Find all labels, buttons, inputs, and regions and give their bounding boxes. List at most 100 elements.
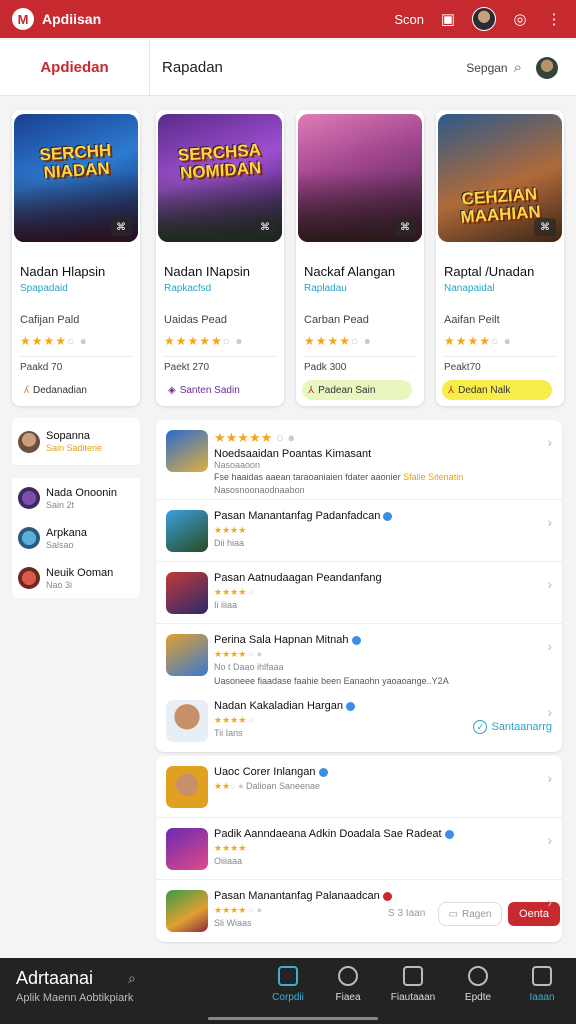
card-meta: Carban Pead bbox=[304, 314, 369, 326]
card-subtitle: Spapadaid bbox=[20, 283, 68, 294]
verified-icon bbox=[444, 829, 454, 839]
list-item[interactable]: Sopanna Sain Saditerie bbox=[12, 418, 140, 466]
list-item[interactable]: Nada Onoonin Sain 2t bbox=[12, 478, 140, 518]
list-item[interactable]: ★★★★★ ○ ● Noedsaaidan Poantas Kimasant N… bbox=[156, 420, 562, 500]
search-label: Sepgan bbox=[466, 60, 508, 75]
game-thumbnail bbox=[166, 828, 208, 870]
item-title: Padik Aanndaeana Adkin Doadala Sae Radea… bbox=[214, 828, 454, 840]
nav-tab[interactable]: Fiaea bbox=[320, 966, 376, 1003]
user-label[interactable]: Scon bbox=[394, 12, 424, 27]
profile-icon bbox=[532, 966, 552, 986]
list-item[interactable]: Perina Sala Hapnan Mitnah ★★★★ ○ ● No t … bbox=[156, 624, 562, 690]
chevron-right-icon[interactable]: › bbox=[547, 576, 552, 592]
search-icon[interactable]: ⌕ bbox=[128, 970, 136, 987]
card-subtitle: Rapladau bbox=[304, 283, 347, 294]
game-list: ★★★★★ ○ ● Noedsaaidan Poantas Kimasant N… bbox=[156, 420, 562, 752]
star-icon bbox=[338, 966, 358, 986]
chevron-right-icon[interactable]: › bbox=[547, 514, 552, 530]
app-title: Apdiisan bbox=[42, 11, 102, 27]
brand-label[interactable]: Apdiedan bbox=[0, 39, 150, 96]
card-meta: Uaidas Pead bbox=[164, 314, 227, 326]
avatar[interactable] bbox=[472, 7, 496, 31]
search-box[interactable]: Sepgan ⌕ bbox=[466, 59, 522, 76]
bottom-bar: Adrtaanai Aplik Maenn Aobtikpiark ⌕ Corp… bbox=[0, 958, 576, 1024]
search-icon[interactable]: ⌕ bbox=[514, 59, 522, 76]
game-thumbnail bbox=[166, 890, 208, 932]
more-menu-icon[interactable]: ⋮ bbox=[544, 9, 564, 29]
user-status: Sain 2t bbox=[46, 499, 75, 510]
nav-tab[interactable]: Corpdii bbox=[260, 966, 316, 1003]
rating-stars: ★★★★ bbox=[214, 525, 247, 535]
featured-card[interactable]: ⌘ Nackaf Alangan Rapladau Carban Pead ★★… bbox=[296, 110, 424, 406]
user-status: Salsao bbox=[46, 539, 74, 550]
camera-icon[interactable]: ▣ bbox=[438, 9, 458, 29]
side-user-list: Sopanna Sain Saditerie Nada Onoonin Sain 2… bbox=[12, 418, 140, 598]
page-title: Rapadan bbox=[162, 59, 223, 76]
rating-stars: ★★★★○ ● bbox=[444, 334, 512, 348]
featured-card[interactable]: SERCHH NIADAN ⌘ Nadan Hlapsin Spapadaid … bbox=[12, 110, 140, 406]
card-subtitle: Nanapaidal bbox=[444, 283, 495, 294]
item-title: Pasan Manantanfag Palanaadcan bbox=[214, 890, 392, 902]
chevron-right-icon[interactable]: › bbox=[547, 704, 552, 720]
rating-stars: ★★○ ● bbox=[214, 781, 244, 791]
list-item[interactable]: Nadan Kakaladian Hargan ★★★★ ○ Tii Ians … bbox=[156, 690, 562, 752]
chevron-right-icon[interactable]: › bbox=[547, 770, 552, 786]
nav-tab[interactable]: Fiautaaan bbox=[385, 966, 441, 1003]
card-price: Peakt70 bbox=[444, 362, 481, 373]
avatar bbox=[18, 487, 40, 509]
item-description: Fse haaidas aaean taraoaniaien fdater aa… bbox=[214, 472, 464, 482]
list-item[interactable]: Uaoc Corer Inlangan ★★○ ● Dalioan Saneen… bbox=[156, 756, 562, 818]
game-thumbnail bbox=[166, 700, 208, 742]
item-title: Perina Sala Hapnan Mitnah bbox=[214, 634, 361, 646]
primary-button[interactable]: Oenta bbox=[508, 902, 560, 926]
item-meta: No t Daao ihlfaaa bbox=[214, 662, 284, 672]
rating-stars: ★★★★★ ○ ● bbox=[214, 430, 296, 445]
chevron-right-icon[interactable]: › bbox=[547, 434, 552, 450]
list-item[interactable]: Arpkana Salsao bbox=[12, 518, 140, 558]
game-thumbnail bbox=[166, 634, 208, 676]
user-name: Arpkana bbox=[46, 526, 87, 539]
account-sub: Aplik Maenn Aobtikpiark bbox=[16, 992, 134, 1004]
featured-card[interactable]: CEHZIAN MAAHIAN ⌘ Raptal /Unadan Nanapai… bbox=[436, 110, 564, 406]
card-tag[interactable]: ⅄ Dedan Nalk bbox=[442, 380, 552, 400]
user-name: Neuik Ooman bbox=[46, 566, 114, 579]
avatar bbox=[18, 527, 40, 549]
rating-stars: ★★★★ ○ ● bbox=[214, 649, 263, 659]
card-tag[interactable]: ʎ Dedanadian bbox=[18, 380, 93, 400]
card-price: Padk 300 bbox=[304, 362, 347, 373]
list-item[interactable]: Pasan Aatnudaagan Peandanfang ★★★★ ○ Ii … bbox=[156, 562, 562, 624]
nav-tab[interactable]: Iaaan bbox=[514, 966, 570, 1003]
account-name[interactable]: Adrtaanai bbox=[16, 968, 93, 989]
featured-cards: SERCHH NIADAN ⌘ Nadan Hlapsin Spapadaid … bbox=[0, 102, 576, 412]
item-title: Nadan Kakaladian Hargan bbox=[214, 700, 356, 712]
rating-stars: ★★★★ ○ bbox=[214, 587, 255, 597]
outline-button[interactable]: ▭ Ragen bbox=[438, 902, 502, 926]
action-link[interactable]: ✓ Santaanarrg bbox=[473, 720, 552, 734]
chevron-right-icon[interactable]: › bbox=[547, 894, 552, 910]
list-item[interactable]: Pasan Manantanfag Padanfadcan ★★★★ Dii h… bbox=[156, 500, 562, 562]
item-meta: Nasoaaoon bbox=[214, 460, 261, 470]
chevron-right-icon[interactable]: › bbox=[547, 638, 552, 654]
rating-stars: ★★★★○ ● bbox=[20, 334, 88, 348]
card-tag[interactable]: ⅄ Padean Sain bbox=[302, 380, 412, 400]
list-item[interactable]: Neuik Ooman Nao 3i bbox=[12, 558, 140, 598]
nav-tab[interactable]: Epdte bbox=[450, 966, 506, 1003]
verified-icon bbox=[346, 701, 356, 711]
chevron-right-icon[interactable]: › bbox=[547, 832, 552, 848]
featured-card[interactable]: SERCHSA NOMIDAN ⌘ Nadan INapsin Rapkacfs… bbox=[156, 110, 284, 406]
item-meta-extra: S 3 Iaan bbox=[388, 908, 426, 919]
card-tag[interactable]: ◈ Santen Sadin bbox=[162, 380, 246, 400]
card-subtitle: Rapkacfsd bbox=[164, 283, 212, 294]
item-meta: Dii hiaa bbox=[214, 538, 245, 548]
item-title: Noedsaaidan Poantas Kimasant bbox=[214, 448, 372, 460]
avatar bbox=[18, 567, 40, 589]
clock-icon bbox=[468, 966, 488, 986]
profile-avatar[interactable] bbox=[536, 56, 558, 79]
settings-icon[interactable]: ◎ bbox=[510, 9, 530, 29]
list-item[interactable]: Padik Aanndaeana Adkin Doadala Sae Radea… bbox=[156, 818, 562, 880]
list-item[interactable]: Pasan Manantanfag Palanaadcan ★★★★ ○ ● S… bbox=[156, 880, 562, 942]
app-logo-icon[interactable]: M bbox=[12, 8, 34, 30]
user-name: Nada Onoonin bbox=[46, 486, 117, 499]
verified-icon bbox=[351, 635, 361, 645]
rating-stars: ★★★★○ ● bbox=[304, 334, 372, 348]
